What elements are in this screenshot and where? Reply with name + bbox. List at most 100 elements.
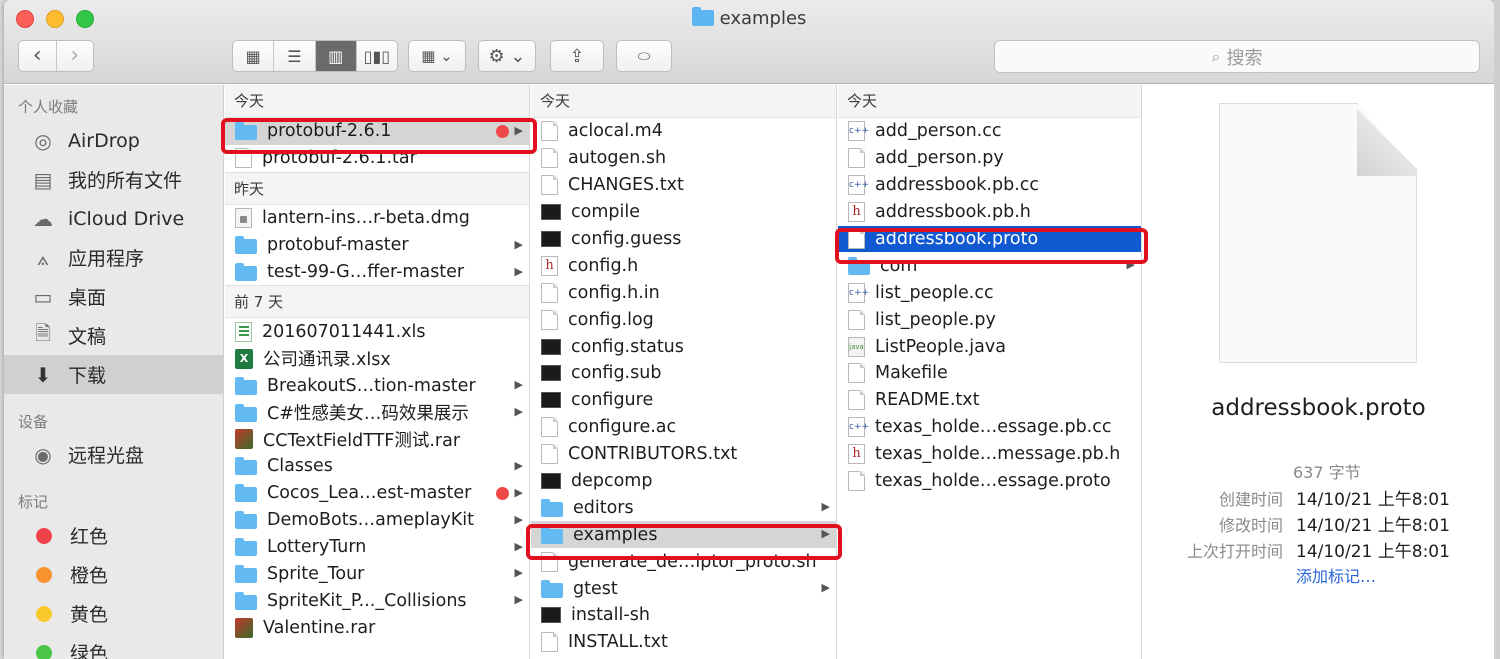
file-row[interactable]: h config.h xyxy=(531,252,836,279)
file-row[interactable]: configure xyxy=(531,387,836,414)
file-row[interactable]: config.h.in xyxy=(531,279,836,306)
cloud-icon: ☁ xyxy=(33,206,53,231)
document-icon xyxy=(541,121,558,142)
sidebar-item-downloads[interactable]: ⬇ 下载 xyxy=(4,355,223,394)
folder-row[interactable]: SpriteKit_P..._Collisions ▶ xyxy=(225,587,529,614)
list-view-button[interactable]: ☰ xyxy=(273,41,314,71)
file-row[interactable]: c++ texas_holde…essage.pb.cc xyxy=(838,414,1141,441)
file-row[interactable]: config.log xyxy=(531,306,836,333)
folder-row[interactable]: C#性感美女…码效果展示 ▶ xyxy=(225,399,529,426)
edit-tags-button[interactable]: ⬭ xyxy=(616,40,672,72)
file-row[interactable]: depcomp xyxy=(531,468,836,495)
sidebar-item-tag-orange[interactable]: 橙色 xyxy=(4,555,223,594)
folder-icon xyxy=(235,457,257,476)
modified-label: 修改时间 xyxy=(1218,516,1283,535)
sidebar-item-label: 下载 xyxy=(68,365,107,387)
file-row[interactable]: aclocal.m4 xyxy=(531,118,836,145)
share-button[interactable]: ⇪ xyxy=(550,40,604,72)
item-name: addressbook.pb.h xyxy=(875,202,1031,223)
disclosure-arrow-icon: ▶ xyxy=(514,378,523,392)
sidebar-item-icloud[interactable]: ☁ iCloud Drive xyxy=(4,199,223,238)
file-row[interactable]: list_people.py xyxy=(838,306,1141,333)
sidebar-item-desktop[interactable]: ▭ 桌面 xyxy=(4,277,223,316)
file-row[interactable]: Valentine.rar xyxy=(225,614,529,641)
folder-row[interactable]: Cocos_Lea…est-master ▶ xyxy=(225,480,529,507)
file-row[interactable]: 201607011441.xls xyxy=(225,318,529,345)
file-row[interactable]: c++ add_person.cc xyxy=(838,118,1141,145)
file-row[interactable]: c++ list_people.cc xyxy=(838,279,1141,306)
file-row[interactable]: README.txt xyxy=(838,387,1141,414)
file-row[interactable]: h texas_holde…message.pb.h xyxy=(838,441,1141,468)
icon-view-button[interactable]: ▦ xyxy=(233,41,273,71)
forward-button[interactable]: › xyxy=(55,41,94,71)
disclosure-arrow-icon: ▶ xyxy=(821,581,830,595)
column-view-button[interactable]: ▥ xyxy=(314,41,356,71)
group-header-today: 今天 xyxy=(531,85,836,118)
folder-row[interactable]: test-99-G…ffer-master ▶ xyxy=(225,259,529,286)
item-name: texas_holde…essage.pb.cc xyxy=(875,417,1112,438)
file-row[interactable]: CHANGES.txt xyxy=(531,172,836,199)
disclosure-arrow-icon: ▶ xyxy=(514,264,523,278)
folder-row[interactable]: protobuf-master ▶ xyxy=(225,232,529,259)
sidebar-item-label: 红色 xyxy=(70,526,109,548)
file-row[interactable]: texas_holde…essage.proto xyxy=(838,468,1141,495)
folder-icon xyxy=(235,236,257,255)
folder-row[interactable]: gtest ▶ xyxy=(531,575,836,602)
folder-row[interactable]: examples ▶ xyxy=(531,521,836,549)
search-field[interactable]: ⌕ 搜索 xyxy=(994,40,1480,73)
folder-row[interactable]: LotteryTurn ▶ xyxy=(225,534,529,561)
sidebar-item-all-files[interactable]: ▤ 我的所有文件 xyxy=(4,160,223,199)
file-row[interactable]: config.guess xyxy=(531,226,836,253)
file-row[interactable]: compile xyxy=(531,199,836,226)
document-icon xyxy=(541,309,558,330)
file-row[interactable]: add_person.py xyxy=(838,145,1141,172)
file-row[interactable]: java ListPeople.java xyxy=(838,333,1141,360)
folder-row[interactable]: Sprite_Tour ▶ xyxy=(225,560,529,587)
file-row[interactable]: lantern-ins…r-beta.dmg xyxy=(225,205,529,232)
item-name: aclocal.m4 xyxy=(568,121,663,142)
file-row[interactable]: CCTextFieldTTF测试.rar xyxy=(225,426,529,453)
file-row[interactable]: config.sub xyxy=(531,360,836,387)
sidebar-item-tag-yellow[interactable]: 黄色 xyxy=(4,594,223,633)
document-icon xyxy=(848,309,865,330)
file-row[interactable]: config.status xyxy=(531,333,836,360)
file-row[interactable]: INSTALL.txt xyxy=(531,629,836,656)
folder-row[interactable]: DemoBots…ameplayKit ▶ xyxy=(225,507,529,534)
file-row[interactable]: autogen.sh xyxy=(531,145,836,172)
sidebar-item-remote-disc[interactable]: ◉ 远程光盘 xyxy=(4,435,223,474)
arrange-button[interactable]: ▦ ⌄ xyxy=(408,40,466,72)
sidebar-item-tag-green[interactable]: 绿色 xyxy=(4,633,223,659)
document-icon xyxy=(848,148,865,169)
back-button[interactable]: ‹ xyxy=(19,41,56,71)
disclosure-arrow-icon: ▶ xyxy=(1126,258,1135,272)
item-name: ListPeople.java xyxy=(875,336,1006,357)
file-row[interactable]: protobuf-2.6.1.tar xyxy=(225,145,529,172)
disk-image-icon xyxy=(235,208,252,229)
file-row[interactable]: generate_de…iptor_proto.sh xyxy=(531,548,836,575)
folder-row[interactable]: protobuf-2.6.1 ▶ xyxy=(225,118,529,145)
disclosure-arrow-icon: ▶ xyxy=(514,539,523,553)
item-name: protobuf-2.6.1 xyxy=(267,121,392,142)
action-gear-button[interactable]: ⚙ ⌄ xyxy=(478,40,536,72)
disclosure-arrow-icon: ▶ xyxy=(514,593,523,607)
item-name: Cocos_Lea…est-master xyxy=(267,483,472,504)
sidebar-item-airdrop[interactable]: ◎ AirDrop xyxy=(4,121,223,160)
add-tags-link[interactable]: 添加标记… xyxy=(1296,563,1376,587)
file-row[interactable]: install-sh xyxy=(531,602,836,629)
sidebar-item-tag-red[interactable]: 红色 xyxy=(4,516,223,555)
sidebar-item-documents[interactable]: 🗎 文稿 xyxy=(4,316,223,355)
cover-flow-view-button[interactable]: ▯▮▯ xyxy=(355,41,397,71)
folder-row[interactable]: com ▶ xyxy=(838,252,1141,279)
item-name: CHANGES.txt xyxy=(568,175,684,196)
folder-row[interactable]: Classes ▶ xyxy=(225,453,529,480)
sidebar-item-applications[interactable]: ⟑ 应用程序 xyxy=(4,238,223,277)
file-row[interactable]: c++ addressbook.pb.cc xyxy=(838,172,1141,199)
folder-row[interactable]: BreakoutS…tion-master ▶ xyxy=(225,372,529,399)
file-row[interactable]: X 公司通讯录.xlsx xyxy=(225,345,529,372)
file-row[interactable]: configure.ac xyxy=(531,414,836,441)
folder-row[interactable]: editors ▶ xyxy=(531,494,836,521)
file-row[interactable]: addressbook.proto xyxy=(838,225,1141,253)
file-row[interactable]: Makefile xyxy=(838,360,1141,387)
file-row[interactable]: h addressbook.pb.h xyxy=(838,199,1141,226)
file-row[interactable]: CONTRIBUTORS.txt xyxy=(531,441,836,468)
